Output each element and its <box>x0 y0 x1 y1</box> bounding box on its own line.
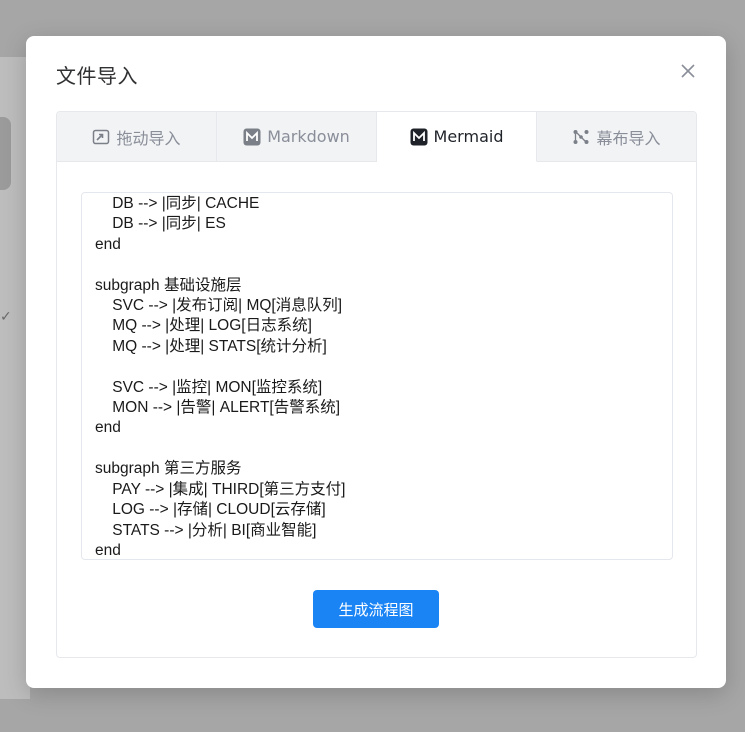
tab-bar: 拖动导入 Markdown Mermaid 幕布导入 <box>57 112 696 162</box>
tab-label: 幕布导入 <box>596 128 661 148</box>
markdown-icon <box>243 128 261 146</box>
import-tabs: 拖动导入 Markdown Mermaid 幕布导入 DB --> |同步| C… <box>56 111 697 658</box>
tab-drag-import[interactable]: 拖动导入 <box>57 112 217 161</box>
mermaid-icon <box>410 128 428 146</box>
mermaid-code-editor[interactable]: DB --> |同步| CACHE DB --> |同步| ES end sub… <box>81 192 673 560</box>
background-card <box>0 117 11 190</box>
editor-content[interactable]: DB --> |同步| CACHE DB --> |同步| ES end sub… <box>82 194 672 559</box>
generate-flowchart-button[interactable]: 生成流程图 <box>313 590 439 628</box>
tab-mubu-import[interactable]: 幕布导入 <box>537 112 696 161</box>
mubu-icon <box>572 128 590 146</box>
tab-label: 拖动导入 <box>116 128 181 148</box>
tab-label: Markdown <box>267 127 350 146</box>
close-icon[interactable] <box>678 61 698 81</box>
tab-label: Mermaid <box>433 127 504 146</box>
tab-mermaid[interactable]: Mermaid <box>377 112 537 162</box>
file-import-dialog: 文件导入 拖动导入 Markdown Mermaid 幕布导入 DB --> |… <box>26 36 726 688</box>
tab-markdown[interactable]: Markdown <box>217 112 377 161</box>
dialog-title: 文件导入 <box>56 64 138 88</box>
background-check-icon: ✓ <box>0 309 12 325</box>
drag-import-icon <box>92 128 110 146</box>
